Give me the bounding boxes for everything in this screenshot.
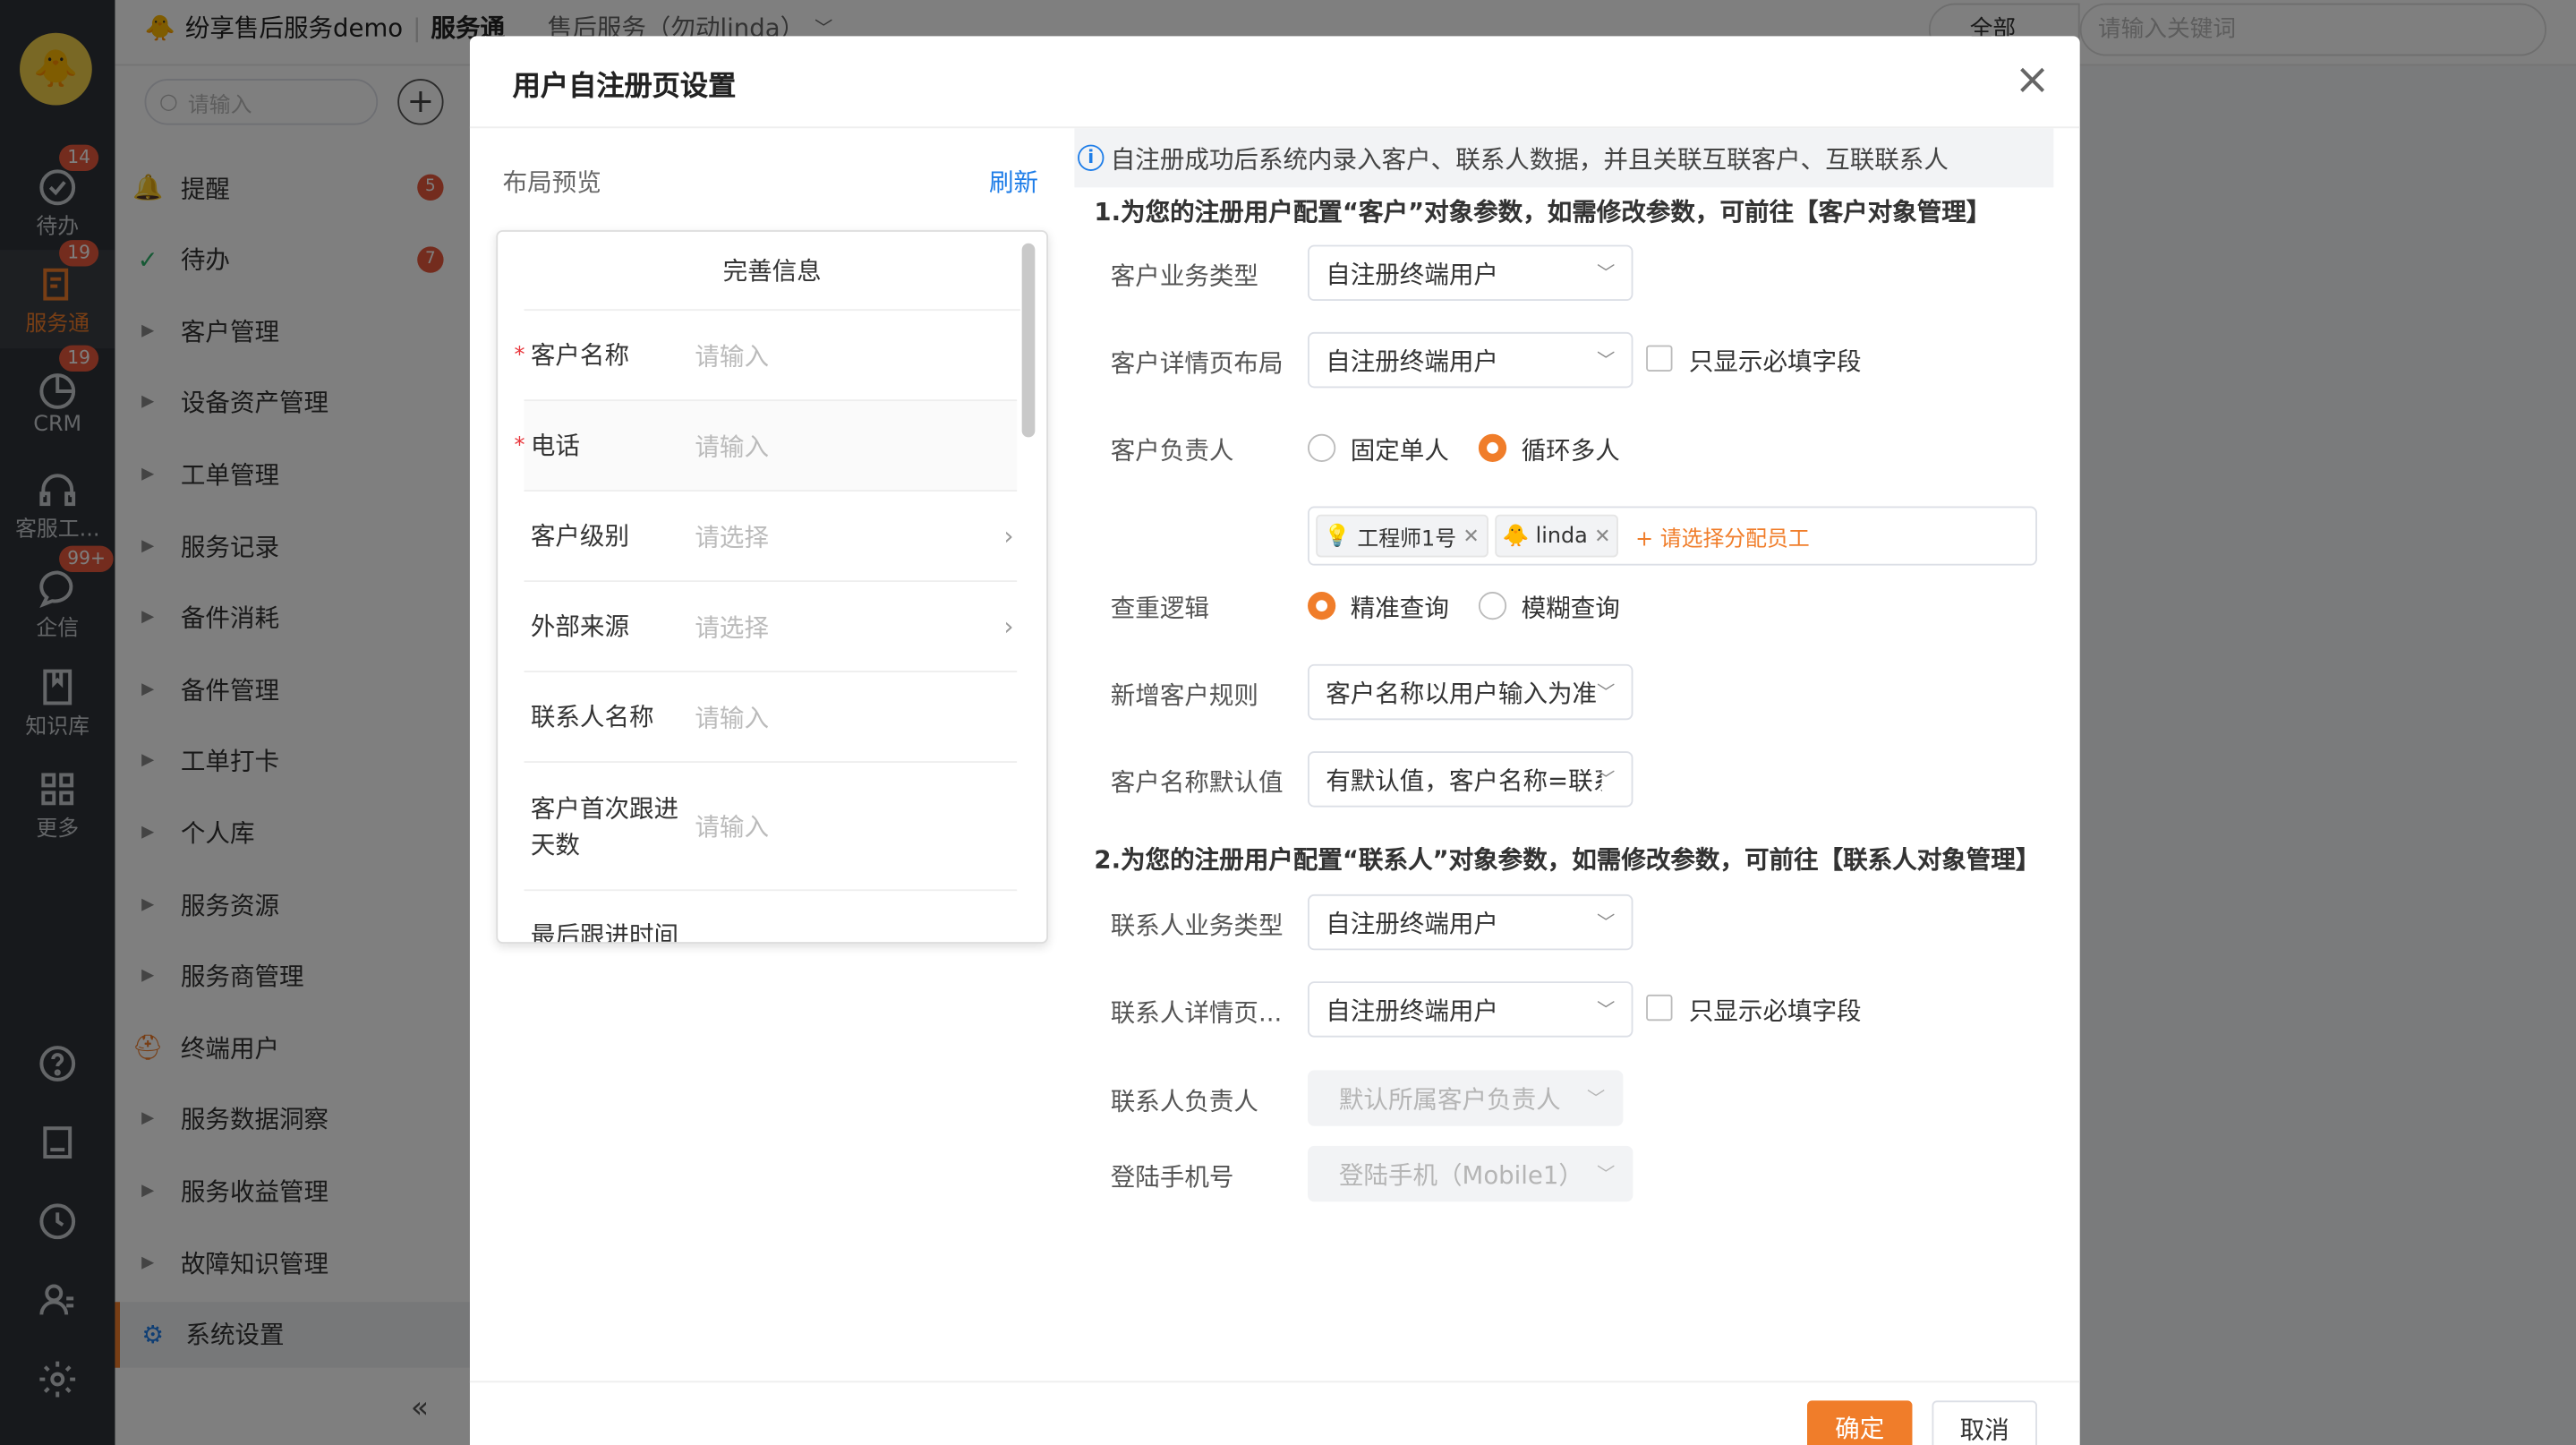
chevron-down-icon: ﹀ [1597, 999, 1616, 1022]
notice-text: 自注册成功后系统内录入客户、联系人数据，并且关联互联客户、互联联系人 [1110, 143, 1949, 174]
preview-form-row: 客户级别 请选择 › [524, 492, 1018, 583]
login-phone-select: 登陆手机（Mobile1） ﹀ [1308, 1145, 1633, 1202]
field-label: 客户首次跟进天数 [530, 792, 679, 859]
select-value: 默认所属客户负责人 [1338, 1083, 1561, 1115]
field-label: 客户名称 [530, 340, 630, 371]
select-value: 有默认值，客户名称=联系人名称 [1326, 765, 1601, 795]
owner-single-label: 固定单人 [1350, 435, 1449, 466]
add-assignee-link[interactable]: + 请选择分配员工 [1635, 520, 1810, 551]
chevron-down-icon: ﹀ [1597, 769, 1616, 791]
field-placeholder: 请选择 [695, 611, 770, 643]
contact-owner-label: 联系人负责人 [1110, 1086, 1258, 1116]
dedup-label: 查重逻辑 [1110, 593, 1209, 623]
only-required-label: 只显示必填字段 [1688, 996, 1862, 1026]
info-icon: i [1078, 144, 1105, 171]
customer-owner-label: 客户负责人 [1110, 435, 1234, 466]
info-notice: i 自注册成功后系统内录入客户、联系人数据，并且关联互联客户、互联联系人 [1074, 128, 2054, 188]
contact-layout-select[interactable]: 自注册终端用户 ﹀ [1308, 981, 1633, 1038]
dialog-title: 用户自注册页设置 [512, 70, 737, 104]
customer-biz-type-select[interactable]: 自注册终端用户 ﹀ [1308, 244, 1633, 302]
owner-single-radio[interactable] [1308, 433, 1336, 462]
field-label: 最后跟进时间 [530, 920, 679, 944]
preview-form-row: * 客户名称 请输入 [514, 311, 1018, 402]
close-icon[interactable]: × [2015, 56, 2051, 105]
owner-multi-label: 循环多人 [1521, 435, 1620, 466]
contact-biz-type-label: 联系人业务类型 [1110, 911, 1284, 941]
new-customer-rule-label: 新增客户规则 [1110, 680, 1258, 711]
section-customer-title: 1.为您的注册用户配置“客户”对象参数，如需修改参数，可前往【客户对象管理】 [1094, 197, 1992, 227]
contact-owner-select: 默认所属客户负责人 ﹀ [1308, 1070, 1624, 1126]
dedup-fuzzy-label: 模糊查询 [1521, 593, 1620, 623]
confirm-button[interactable]: 确定 [1807, 1400, 1913, 1445]
registration-settings-dialog: 用户自注册页设置 × 布局预览 刷新 完善信息 * 客户名称 请输入 * 电话 请输入 客户… [469, 36, 2080, 1445]
cancel-button[interactable]: 取消 [1932, 1400, 2037, 1445]
tag-label: 工程师1号 [1357, 526, 1457, 552]
assignee-tag-input[interactable]: 💡 工程师1号 ✕ 🐥 linda ✕ + 请选择分配员工 [1308, 506, 2037, 566]
select-value: 自注册终端用户 [1326, 346, 1498, 376]
layout-preview-phone: 完善信息 * 客户名称 请输入 * 电话 请输入 客户级别 请选择 › 外部来源 请选择 › 联系人名称… [496, 230, 1049, 944]
field-placeholder: 请输入 [695, 812, 770, 842]
preview-scrollbar[interactable] [1021, 243, 1036, 438]
refresh-link[interactable]: 刷新 [989, 165, 1038, 200]
chevron-down-icon: ﹀ [1597, 262, 1616, 285]
select-value: 自注册终端用户 [1326, 908, 1498, 938]
field-label: 电话 [530, 431, 580, 461]
divider [469, 1381, 2080, 1383]
chevron-down-icon: ﹀ [1597, 350, 1616, 372]
preview-form-row: 客户首次跟进天数 请输入 [524, 763, 1018, 892]
preview-form-row: * 电话 请输入 [514, 401, 1018, 492]
assignee-tag: 🐥 linda ✕ [1494, 514, 1619, 558]
preview-form: * 客户名称 请输入 * 电话 请输入 客户级别 请选择 › 外部来源 请选择 › 联系人名称 请输入 客户… [498, 311, 1046, 944]
contact-biz-type-select[interactable]: 自注册终端用户 ﹀ [1308, 894, 1633, 951]
chevron-down-icon: ﹀ [1587, 1088, 1606, 1110]
customer-layout-select[interactable]: 自注册终端用户 ﹀ [1308, 331, 1633, 389]
chevron-right-icon: › [1003, 521, 1014, 551]
remove-tag-icon[interactable]: ✕ [1594, 525, 1610, 548]
customer-only-required-checkbox[interactable] [1646, 345, 1673, 372]
required-asterisk: * [514, 342, 525, 368]
dedup-exact-label: 精准查询 [1350, 593, 1449, 623]
dedup-fuzzy-radio[interactable] [1478, 592, 1507, 620]
preview-form-row: 最后跟进时间 [525, 891, 1018, 944]
select-value: 客户名称以用户输入为准 [1326, 678, 1598, 708]
page: 🐥 14 待办 19 服务通 19 CRM 客服工... 99+ 企信 知识库 [0, 0, 2576, 1445]
select-value: 登陆手机（Mobile1） [1338, 1159, 1583, 1190]
owner-multi-radio[interactable] [1478, 433, 1507, 462]
avatar-icon: 🐥 [1502, 523, 1530, 549]
preview-label: 布局预览 [502, 167, 601, 198]
customer-layout-label: 客户详情页布局 [1110, 348, 1284, 379]
chevron-down-icon: ﹀ [1597, 682, 1616, 704]
contact-only-required-checkbox[interactable] [1646, 994, 1673, 1022]
preview-form-row: 联系人名称 请输入 [524, 672, 1018, 763]
field-placeholder: 请输入 [695, 341, 770, 372]
required-asterisk: * [514, 432, 525, 458]
section-contact-title: 2.为您的注册用户配置“联系人”对象参数，如需修改参数，可前往【联系人对象管理】 [1094, 844, 2041, 875]
field-placeholder: 请选择 [695, 521, 770, 552]
select-value: 自注册终端用户 [1326, 259, 1498, 289]
default-name-label: 客户名称默认值 [1110, 767, 1284, 798]
chevron-down-icon: ﹀ [1597, 912, 1616, 934]
field-placeholder: 请输入 [695, 431, 770, 462]
login-phone-label: 登陆手机号 [1110, 1162, 1234, 1193]
dedup-exact-radio[interactable] [1308, 592, 1336, 620]
contact-layout-label: 联系人详情页... [1110, 997, 1283, 1028]
preview-form-row: 外部来源 请选择 › [524, 582, 1018, 672]
preview-title: 完善信息 [524, 232, 1020, 312]
only-required-label: 只显示必填字段 [1688, 346, 1862, 377]
chevron-right-icon: › [1003, 611, 1014, 642]
chevron-down-icon: ﹀ [1597, 1164, 1616, 1185]
field-label: 联系人名称 [530, 702, 654, 732]
field-placeholder: 请输入 [695, 702, 770, 733]
field-label: 客户级别 [530, 521, 630, 551]
new-customer-rule-select[interactable]: 客户名称以用户输入为准 ﹀ [1308, 663, 1633, 721]
assignee-tag: 💡 工程师1号 ✕ [1316, 514, 1488, 558]
select-value: 自注册终端用户 [1326, 995, 1498, 1025]
remove-tag-icon[interactable]: ✕ [1463, 525, 1479, 548]
default-name-select[interactable]: 有默认值，客户名称=联系人名称 ﹀ [1308, 751, 1633, 808]
customer-biz-type-label: 客户业务类型 [1110, 261, 1258, 292]
bulb-icon: 💡 [1324, 523, 1352, 549]
field-label: 外部来源 [530, 611, 630, 642]
tag-label: linda [1535, 523, 1588, 549]
